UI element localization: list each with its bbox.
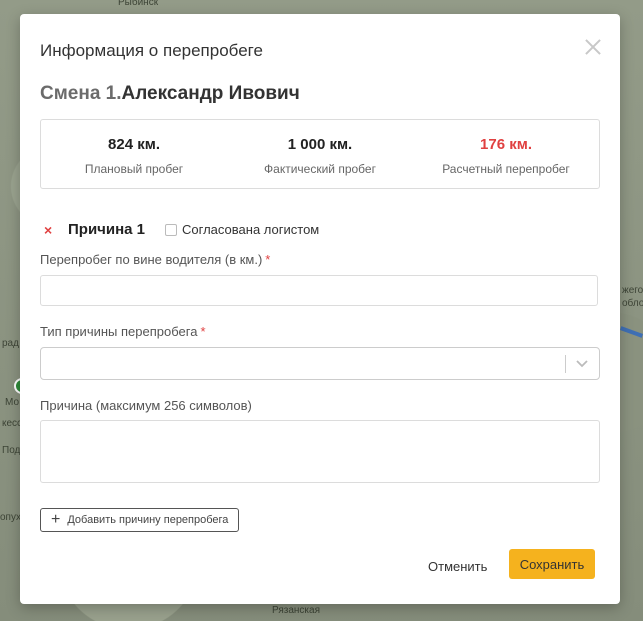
map-road — [620, 326, 643, 338]
reason-header: × Причина 1 Согласована логистом — [44, 221, 319, 238]
reason-text-label: Причина (максимум 256 символов) — [40, 398, 252, 413]
reason-type-label: Тип причины перепробега * — [40, 324, 206, 339]
remove-reason-icon[interactable]: × — [44, 222, 56, 238]
plus-icon: + — [51, 511, 61, 528]
stat-value: 176 км. — [480, 136, 532, 153]
map-label: Мо — [5, 397, 20, 408]
driver-fault-label: Перепробег по вине водителя (в км.) * — [40, 252, 270, 267]
agreed-checkbox[interactable] — [165, 223, 178, 236]
field-label-text: Перепробег по вине водителя (в км.) — [40, 252, 263, 267]
cancel-button[interactable]: Отменить — [420, 553, 495, 579]
stat-label: Фактический пробег — [264, 162, 376, 176]
add-reason-button[interactable]: + Добавить причину перепробега — [40, 508, 240, 532]
map-label: рад — [2, 338, 19, 349]
save-button[interactable]: Сохранить — [509, 549, 595, 579]
map-label: опух — [0, 512, 21, 523]
stat-value: 1 000 км. — [287, 136, 353, 153]
map-label: Рыбинск — [118, 0, 159, 8]
select-separator — [565, 355, 566, 373]
required-mark: * — [265, 252, 271, 267]
required-mark: * — [200, 324, 206, 339]
mileage-stats: 824 км. Плановый пробег 1 000 км. Фактич… — [40, 119, 600, 189]
stat-calculated: 176 км. Расчетный перепробег — [413, 120, 599, 188]
stat-label: Расчетный перепробег — [442, 162, 570, 176]
reason-textarea[interactable] — [40, 420, 600, 483]
field-label-text: Причина (максимум 256 символов) — [40, 398, 252, 413]
agreed-label[interactable]: Согласована логистом — [182, 222, 319, 237]
stat-value: 824 км. — [108, 136, 160, 153]
stat-actual: 1 000 км. Фактический пробег — [227, 120, 413, 188]
shift-number: Смена 1. — [40, 83, 122, 104]
stat-planned: 824 км. Плановый пробег — [41, 120, 227, 188]
map-label: жегор — [622, 285, 643, 296]
reason-title: Причина 1 — [68, 221, 146, 238]
reason-type-select[interactable] — [40, 347, 600, 380]
driver-name: Александр Ивович — [121, 83, 300, 104]
map-label: обло — [622, 298, 643, 309]
field-label-text: Тип причины перепробега — [40, 324, 198, 339]
chevron-down-icon[interactable] — [574, 355, 590, 371]
stat-label: Плановый пробег — [84, 162, 184, 176]
map-label: Рязанская — [272, 605, 320, 616]
shift-heading: Смена 1.Александр Ивович — [40, 83, 300, 105]
add-reason-label: Добавить причину перепробега — [67, 514, 229, 526]
driver-fault-input[interactable] — [40, 275, 598, 306]
close-icon[interactable] — [584, 38, 602, 56]
overmileage-dialog: Информация о перепробеге Смена 1.Алексан… — [20, 14, 620, 604]
dialog-title: Информация о перепробеге — [40, 41, 263, 60]
